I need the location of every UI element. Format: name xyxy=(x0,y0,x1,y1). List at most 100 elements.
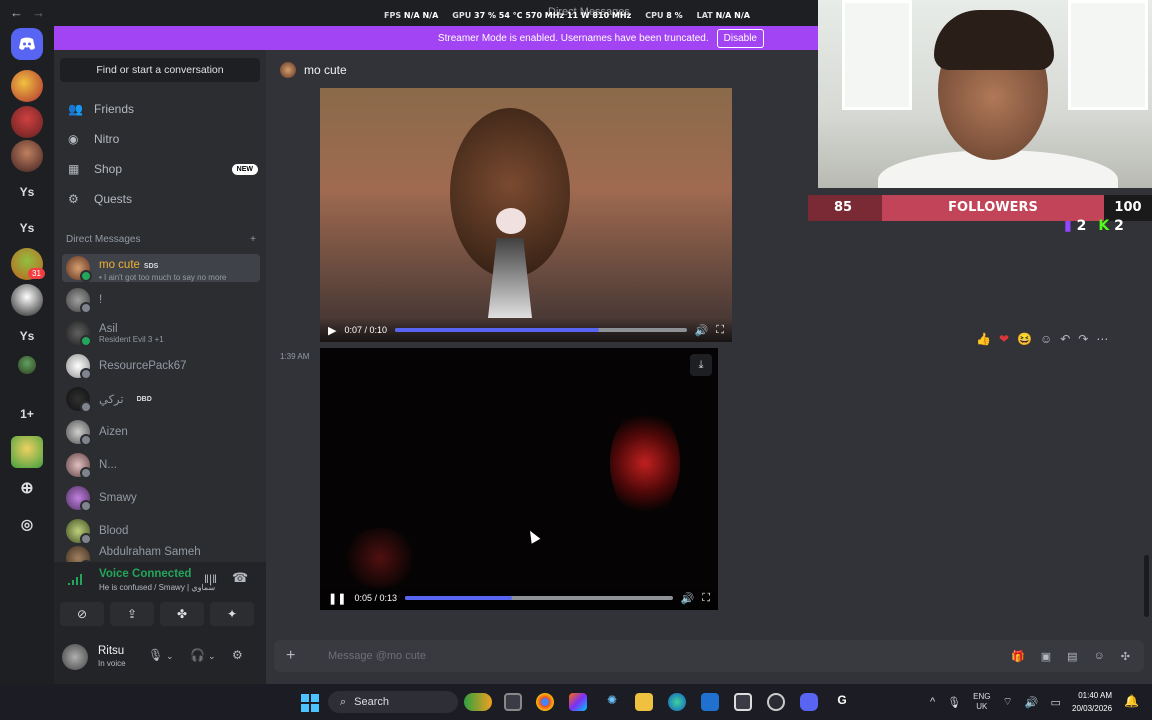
dm-item[interactable]: Asil Resident Evil 3 +1 xyxy=(62,318,260,348)
reply-icon[interactable]: ↶ xyxy=(1060,332,1070,346)
microphone-icon[interactable]: 🎙 xyxy=(148,648,163,662)
volume-icon[interactable]: 🔊 xyxy=(681,592,695,605)
chrome-icon[interactable] xyxy=(536,693,554,711)
chevron-down-icon[interactable]: ⌄ xyxy=(208,651,216,662)
pause-icon[interactable]: ❚❚ xyxy=(328,592,346,605)
forward-arrow-icon[interactable]: → xyxy=(32,5,45,20)
dm-item[interactable]: ! xyxy=(62,285,260,315)
gift-icon[interactable]: 🎁 xyxy=(1011,650,1025,663)
add-reaction-icon[interactable]: ☺ xyxy=(1040,332,1052,346)
back-arrow-icon[interactable]: ← xyxy=(10,5,23,20)
steam-icon[interactable] xyxy=(767,693,785,711)
server-icon[interactable]: Ys xyxy=(11,176,43,208)
task-view-icon[interactable] xyxy=(504,693,522,711)
heart-icon[interactable]: ❤ xyxy=(999,332,1009,346)
activities-button[interactable]: ✤ xyxy=(160,602,204,626)
fps-stat: FPS N/A N/A xyxy=(384,11,439,20)
widgets-icon[interactable] xyxy=(464,693,492,711)
screen-share-button[interactable]: ⇪ xyxy=(110,602,154,626)
settings-gear-icon[interactable]: ⚙ xyxy=(232,648,243,662)
dm-name: Abdulraham Sameh xyxy=(99,546,201,558)
dm-item[interactable]: N... xyxy=(62,450,260,480)
server-icon[interactable]: Ys xyxy=(11,320,43,352)
emoji-icon[interactable]: ☺ xyxy=(1094,650,1105,663)
dm-item[interactable]: ResourcePack67 xyxy=(62,351,260,381)
create-dm-icon[interactable]: + xyxy=(250,234,256,245)
friends-icon: 👥 xyxy=(68,102,83,116)
server-icon[interactable] xyxy=(11,106,43,138)
file-explorer-icon[interactable] xyxy=(635,693,653,711)
video-seek-bar[interactable] xyxy=(395,328,687,332)
avatar xyxy=(280,62,296,78)
more-icon[interactable]: ⋯ xyxy=(1096,332,1108,346)
server-icon[interactable] xyxy=(11,436,43,468)
soundboard-button[interactable]: ✦ xyxy=(210,602,254,626)
outlook-icon[interactable] xyxy=(701,693,719,711)
thumbs-up-icon[interactable]: 👍 xyxy=(976,332,991,346)
mic-tray-icon[interactable]: 🎙 xyxy=(947,696,961,709)
apps-icon[interactable]: ✣ xyxy=(1121,650,1130,663)
chevron-down-icon[interactable]: ⌄ xyxy=(166,651,174,662)
dm-status: • I ain't got too much to say no more xyxy=(99,272,227,282)
nav-quests[interactable]: ⚙ Quests xyxy=(68,187,258,211)
notification-bell-icon[interactable]: 🔔 xyxy=(1124,694,1139,708)
server-icon[interactable] xyxy=(18,356,36,374)
fullscreen-icon[interactable]: ⛶ xyxy=(716,324,724,337)
dm-item[interactable]: Aizen xyxy=(62,417,260,447)
laugh-icon[interactable]: 😆 xyxy=(1017,332,1032,346)
gif-icon[interactable]: ▣ xyxy=(1041,650,1051,663)
windows-start-icon[interactable] xyxy=(301,694,319,712)
user-avatar[interactable] xyxy=(62,644,88,670)
play-icon[interactable]: ▶ xyxy=(328,324,336,337)
headphones-icon[interactable]: 🎧 xyxy=(190,648,205,662)
server-icon[interactable]: 1+ xyxy=(11,398,43,430)
camera-off-button[interactable]: ⊘ xyxy=(60,602,104,626)
attach-plus-icon[interactable]: + xyxy=(286,647,310,665)
clock[interactable]: 01:40 AM 20/03/2026 xyxy=(1072,689,1112,715)
video-attachment[interactable]: ⤓ ❚❚ 0:05 / 0:13 🔊 ⛶ xyxy=(320,348,718,610)
dm-item[interactable]: Blood xyxy=(62,516,260,546)
server-icon[interactable] xyxy=(11,70,43,102)
store-icon[interactable] xyxy=(734,693,752,711)
twitch-icon: ▮ xyxy=(1064,218,1072,234)
dm-item[interactable]: Smawy xyxy=(62,483,260,513)
scrollbar[interactable] xyxy=(1144,555,1149,617)
server-icon[interactable]: Ys xyxy=(11,212,43,244)
discord-taskbar-icon[interactable] xyxy=(800,693,818,711)
video-attachment[interactable]: ▶ 0:07 / 0:10 🔊 ⛶ xyxy=(320,88,732,342)
video-frame-detail xyxy=(496,208,526,234)
server-icon[interactable] xyxy=(11,140,43,172)
fullscreen-icon[interactable]: ⛶ xyxy=(702,592,710,605)
disable-streamer-mode-button[interactable]: Disable xyxy=(716,28,764,48)
nav-friends[interactable]: 👥 Friends xyxy=(68,97,258,121)
sparkle-app-icon[interactable]: ✺ xyxy=(603,693,621,711)
g-app-icon[interactable]: G xyxy=(833,693,851,711)
add-server-icon[interactable]: ⊕ xyxy=(11,472,43,504)
nav-nitro[interactable]: ◉ Nitro xyxy=(68,127,258,151)
discord-home-icon[interactable] xyxy=(11,28,43,60)
message-input[interactable] xyxy=(328,650,928,662)
taskbar-search[interactable]: ⌕ Search xyxy=(328,691,458,713)
volume-icon[interactable]: 🔊 xyxy=(695,324,709,337)
disconnect-icon[interactable]: ☎ xyxy=(232,570,248,586)
noise-suppression-icon[interactable]: ‖|‖ xyxy=(204,572,217,586)
copilot-icon[interactable] xyxy=(569,693,587,711)
discover-icon[interactable]: ◎ xyxy=(11,508,43,540)
video-seek-bar[interactable] xyxy=(404,596,673,600)
download-icon[interactable]: ⤓ xyxy=(690,354,712,376)
server-icon[interactable] xyxy=(11,284,43,316)
edge-icon[interactable] xyxy=(668,693,686,711)
dm-item[interactable]: تركي DBD xyxy=(62,384,260,414)
voice-channel-label[interactable]: He is confused / Smawy | سماوي xyxy=(99,583,215,592)
forward-icon[interactable]: ↷ xyxy=(1078,332,1088,346)
wifi-icon[interactable]: ⌔ xyxy=(1002,695,1012,709)
chevron-up-icon[interactable]: ^ xyxy=(930,696,935,708)
dm-item-mo-cute[interactable]: mo cute SDS • I ain't got too much to say… xyxy=(62,254,260,282)
battery-icon[interactable]: ▭ xyxy=(1051,696,1061,709)
nav-shop[interactable]: ▦ Shop NEW xyxy=(68,157,258,181)
language-indicator[interactable]: ENG UK xyxy=(973,692,990,712)
find-conversation-button[interactable]: Find or start a conversation xyxy=(60,58,260,82)
volume-tray-icon[interactable]: 🔊 xyxy=(1025,696,1039,709)
sticker-icon[interactable]: ▤ xyxy=(1067,650,1077,663)
dm-item[interactable]: Abdulraham Sameh xyxy=(62,546,260,562)
